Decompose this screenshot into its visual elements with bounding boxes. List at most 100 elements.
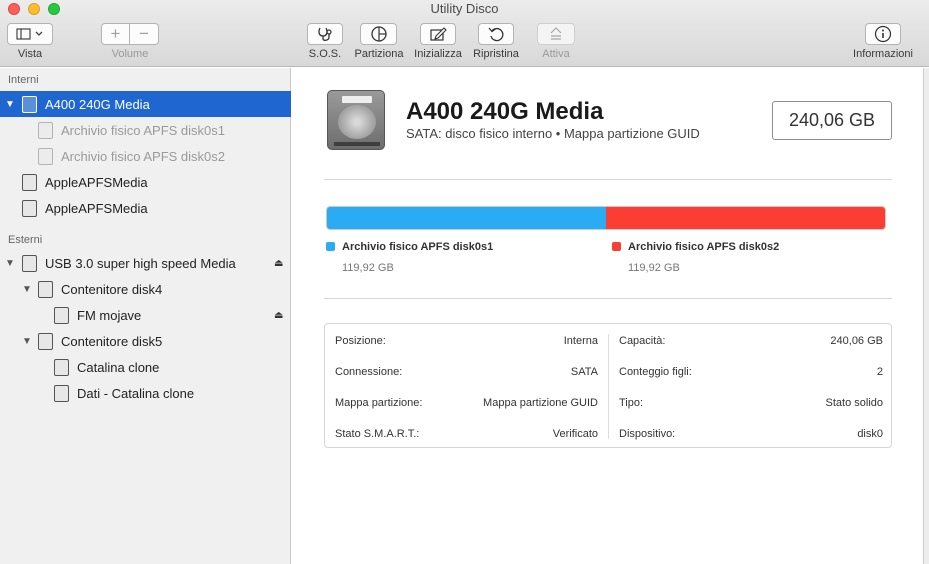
disk-info-table: Posizione: Interna Connessione: SATA Map… [324, 323, 892, 448]
erase-label: Inizializza [414, 48, 462, 60]
view-button[interactable] [7, 23, 53, 45]
first-aid-label: S.O.S. [308, 48, 342, 60]
info-row: Stato S.M.A.R.T.: Verificato [325, 418, 608, 449]
sidebar-item-label: Contenitore disk5 [61, 333, 163, 349]
sidebar-item-a400[interactable]: ▼ A400 240G Media [0, 91, 291, 117]
info-value: Mappa partizione GUID [483, 396, 598, 409]
plus-icon: + [110, 24, 121, 43]
partition-button[interactable] [360, 23, 397, 45]
sidebar-item-container-disk4[interactable]: ▼ Contenitore disk4 [0, 276, 291, 302]
info-row: Posizione: Interna [325, 325, 608, 356]
info-key: Conteggio figli: [619, 365, 692, 378]
info-row: Connessione: SATA [325, 356, 608, 387]
mount-icon [550, 27, 562, 40]
sidebar-item-label: Contenitore disk4 [61, 281, 163, 297]
info-label: Informazioni [853, 48, 913, 60]
info-icon [874, 25, 892, 43]
sidebar-item-dati-catalina[interactable]: Dati - Catalina clone [0, 380, 291, 406]
pie-partition-icon [370, 26, 387, 42]
disclosure-triangle-icon[interactable]: ▼ [22, 336, 32, 347]
partition-legend-size-2: 119,92 GB [628, 262, 680, 274]
info-key: Connessione: [335, 365, 403, 378]
partition-legend-name-1: Archivio fisico APFS disk0s1 [342, 241, 494, 253]
sidebar-item-appleapfs-1[interactable]: AppleAPFSMedia [0, 169, 291, 195]
disclosure-triangle-icon[interactable]: ▼ [5, 99, 15, 110]
info-row: Capacità: 240,06 GB [609, 325, 893, 356]
sidebar-item-label: Dati - Catalina clone [77, 385, 195, 401]
info-button[interactable] [865, 23, 901, 45]
sidebar-item-usb[interactable]: ▼ USB 3.0 super high speed Media ⏏ [0, 250, 291, 276]
partition-legend-name-2: Archivio fisico APFS disk0s2 [628, 241, 780, 253]
partition-bar-segment-2 [605, 207, 885, 229]
sidebar-item-fm-mojave[interactable]: FM mojave ⏏ [0, 302, 291, 328]
partition-legend-size-1: 119,92 GB [342, 262, 394, 274]
info-value: Verificato [552, 427, 598, 440]
disk-title: A400 240G Media [406, 98, 604, 125]
toolbar: Utility Disco Vista + − Volume S.O.S. Pa… [0, 0, 929, 67]
eject-icon[interactable]: ⏏ [274, 258, 283, 269]
container-icon [38, 280, 53, 298]
sidebar-item-label: Catalina clone [77, 359, 160, 375]
disk-size-box: 240,06 GB [772, 101, 892, 140]
info-key: Mappa partizione: [335, 396, 423, 409]
eject-icon[interactable]: ⏏ [274, 310, 283, 321]
disclosure-triangle-icon[interactable]: ▼ [5, 258, 15, 269]
hard-disk-icon [22, 95, 37, 113]
sidebar-item-disk0s1[interactable]: Archivio fisico APFS disk0s1 [0, 117, 291, 143]
volume-icon [38, 147, 53, 165]
stethoscope-icon [318, 27, 332, 41]
minus-icon: − [139, 24, 149, 43]
window-edge [923, 68, 929, 564]
restore-button[interactable] [478, 23, 514, 45]
erase-pencil-icon [430, 27, 447, 41]
view-label: Vista [17, 48, 43, 60]
info-key: Tipo: [619, 396, 644, 409]
external-disk-icon [22, 254, 37, 272]
hard-disk-icon [22, 173, 37, 191]
info-value: 2 [876, 365, 883, 378]
info-row: Mappa partizione: Mappa partizione GUID [325, 387, 608, 418]
info-value: disk0 [857, 427, 883, 440]
mount-label: Attiva [542, 48, 570, 60]
hard-disk-icon [22, 199, 37, 217]
disclosure-triangle-icon[interactable]: ▼ [22, 284, 32, 295]
volume-label: Volume [111, 48, 149, 60]
remove-volume-button[interactable]: − [130, 23, 159, 45]
info-value: Interna [563, 334, 598, 347]
sidebar-section-internal: Interni [8, 74, 39, 86]
info-value: SATA [570, 365, 598, 378]
info-key: Capacità: [619, 334, 666, 347]
sidebar-item-label: Archivio fisico APFS disk0s1 [61, 122, 226, 138]
restore-arrow-icon [488, 27, 504, 42]
add-volume-button[interactable]: + [101, 23, 130, 45]
info-row: Dispositivo: disk0 [609, 418, 893, 449]
partition-usage-bar [326, 206, 886, 230]
hard-disk-large-icon [327, 90, 385, 150]
main-panel: A400 240G Media SATA: disco fisico inter… [292, 68, 923, 564]
sidebar-item-container-disk5[interactable]: ▼ Contenitore disk5 [0, 328, 291, 354]
sidebar-item-appleapfs-2[interactable]: AppleAPFSMedia [0, 195, 291, 221]
mount-button[interactable] [537, 23, 575, 45]
erase-button[interactable] [420, 23, 456, 45]
sidebar-section-external: Esterni [8, 234, 43, 246]
disk-subtitle: SATA: disco fisico interno • Mappa parti… [406, 126, 700, 141]
volume-icon [54, 306, 69, 324]
sidebar-item-catalina-clone[interactable]: Catalina clone [0, 354, 291, 380]
info-key: Stato S.M.A.R.T.: [335, 427, 420, 440]
partition-label: Partiziona [354, 48, 404, 60]
info-row: Tipo: Stato solido [609, 387, 893, 418]
info-key: Posizione: [335, 334, 386, 347]
sidebar-item-label: Archivio fisico APFS disk0s2 [61, 148, 226, 164]
restore-label: Ripristina [473, 48, 519, 60]
info-value: Stato solido [825, 396, 883, 409]
sidebar: Interni ▼ A400 240G Media Archivio fisic… [0, 68, 291, 564]
volume-icon [54, 384, 69, 402]
divider [324, 179, 892, 180]
sidebar-icon [16, 28, 43, 40]
first-aid-button[interactable] [307, 23, 343, 45]
sidebar-item-disk0s2[interactable]: Archivio fisico APFS disk0s2 [0, 143, 291, 169]
partition-bar-segment-1 [327, 207, 606, 229]
window-title: Utility Disco [430, 1, 499, 16]
disk-size: 240,06 GB [788, 110, 876, 130]
sidebar-item-label: AppleAPFSMedia [45, 200, 148, 216]
